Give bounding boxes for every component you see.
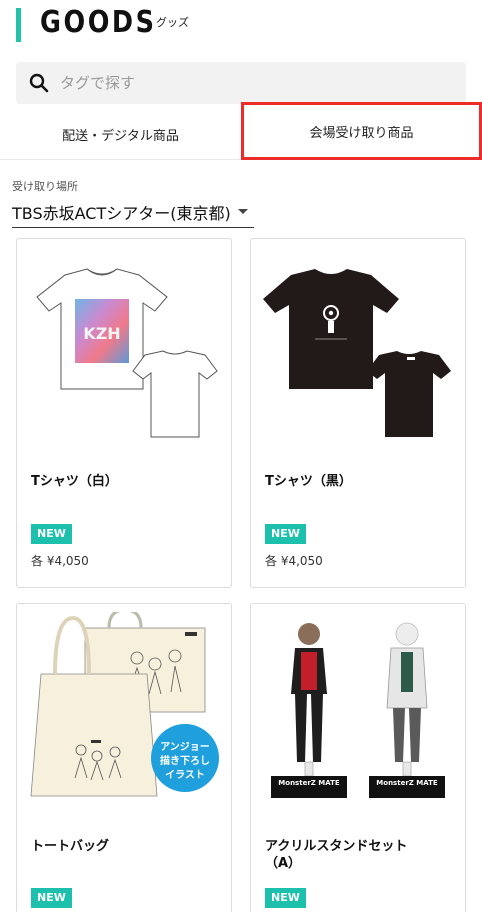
product-name: トートバッグ (31, 839, 110, 854)
venue-selected-value: TBS赤坂ACTシアター(東京都) (12, 204, 231, 223)
bubble-line-3: イラスト (165, 769, 205, 781)
venue-select[interactable]: TBS赤坂ACTシアター(東京都) (12, 198, 254, 228)
product-card[interactable]: Tシャツ（黒） NEW 各 ¥4,050 (250, 238, 466, 588)
product-price: 各 ¥4,050 (265, 554, 323, 568)
bubble-line-2: 描き下ろし (160, 754, 210, 767)
product-image-black-tshirt (263, 269, 451, 437)
page-title: GOODS (40, 5, 157, 40)
product-name: Tシャツ（黒） (265, 474, 352, 489)
stand-logo-text: MonsterZ MATE (278, 779, 340, 787)
stand-logo-text: MonsterZ MATE (376, 779, 438, 787)
product-image-tote-bag: アンジョー 描き下ろし イラスト (30, 612, 219, 797)
search-input[interactable] (60, 62, 450, 104)
tab-delivery-digital[interactable]: 配送・デジタル商品 (0, 108, 241, 160)
product-price: 各 ¥4,050 (31, 554, 89, 568)
tab-venue-pickup[interactable]: 会場受け取り商品 (241, 102, 482, 160)
page-header: GOODS グッズ (0, 0, 482, 60)
svg-text:KZH: KZH (83, 324, 120, 343)
product-card[interactable]: アンジョー 描き下ろし イラスト トートバッグ NEW (16, 603, 232, 912)
venue-label: 受け取り場所 (12, 180, 78, 193)
search-icon (29, 73, 49, 93)
product-image-white-tshirt: KZH (36, 268, 218, 438)
page-subtitle: グッズ (156, 16, 189, 29)
new-badge: NEW (265, 524, 306, 544)
new-badge: NEW (31, 524, 72, 544)
bubble-line-1: アンジョー (160, 741, 210, 753)
product-name: Tシャツ（白） (31, 474, 118, 489)
product-name: アクリルスタンドセット（A） (265, 839, 408, 871)
product-card[interactable]: MonsterZ MATE MonsterZ MATE アクリルスタンドセット（… (250, 603, 466, 912)
title-accent-bar (16, 8, 21, 42)
tab-bar: 配送・デジタル商品 会場受け取り商品 (0, 102, 482, 160)
product-image-acrylic-stand: MonsterZ MATE MonsterZ MATE (271, 622, 445, 798)
new-badge: NEW (31, 888, 72, 908)
new-badge: NEW (265, 888, 306, 908)
product-card[interactable]: KZH Tシャツ（白） NEW 各 ¥4,050 (16, 238, 232, 588)
chevron-down-icon (238, 209, 248, 214)
search-bar[interactable] (16, 62, 466, 104)
